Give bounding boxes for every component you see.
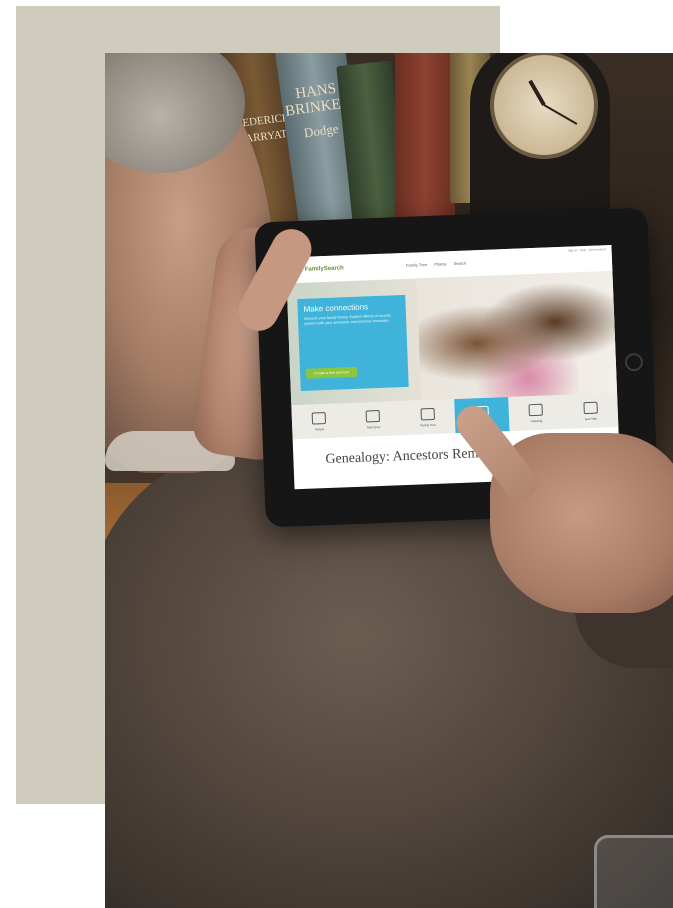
indexing-icon bbox=[528, 403, 544, 416]
feature-indexing[interactable]: Indexing bbox=[508, 395, 564, 431]
temple-icon bbox=[311, 411, 327, 425]
feature-get-help[interactable]: Get Help bbox=[563, 393, 619, 429]
photo-icon bbox=[366, 409, 381, 422]
hero-family-photo bbox=[416, 270, 618, 401]
clock-face bbox=[490, 53, 598, 159]
corner-frame bbox=[594, 835, 673, 908]
feature-label: Get Help bbox=[584, 416, 597, 421]
page-heading: Genealogy: Ancestors Rem bbox=[325, 446, 479, 468]
top-links[interactable]: Sign In · Help · Get Involved bbox=[568, 247, 606, 252]
site-nav: Family Tree Photos Search bbox=[406, 260, 472, 268]
tree-icon bbox=[420, 407, 435, 420]
feature-label: Family Tree bbox=[420, 422, 436, 427]
clock-minute-hand bbox=[543, 104, 578, 125]
nav-item-photos[interactable]: Photos bbox=[434, 261, 447, 266]
nav-item-family-tree[interactable]: Family Tree bbox=[406, 262, 427, 268]
feature-family-tree[interactable]: Family Tree bbox=[400, 399, 456, 435]
feature-label: Indexing bbox=[530, 418, 543, 423]
hero-promo-box: Make connections Discover your family hi… bbox=[297, 294, 409, 391]
help-icon bbox=[583, 401, 598, 414]
hero-banner: Make connections Discover your family hi… bbox=[286, 270, 618, 406]
feature-label: Memories bbox=[367, 424, 381, 429]
page-stage: FREDERICK MARRYAT HANS BRINKER Dodge Fam… bbox=[0, 0, 673, 908]
create-account-button[interactable]: Create a free account bbox=[305, 366, 357, 379]
feature-label: Temple bbox=[314, 426, 325, 431]
photo: FREDERICK MARRYAT HANS BRINKER Dodge Fam… bbox=[105, 53, 673, 908]
feature-temple[interactable]: Temple bbox=[291, 403, 347, 439]
site-logo-text: FamilySearch bbox=[304, 265, 344, 273]
feature-memories[interactable]: Memories bbox=[346, 401, 402, 437]
clock-hour-hand bbox=[528, 79, 546, 106]
hero-title: Make connections bbox=[303, 302, 369, 314]
nav-item-search[interactable]: Search bbox=[454, 261, 467, 266]
book-red bbox=[395, 53, 455, 223]
tablet-home-button bbox=[624, 352, 644, 372]
hero-body: Discover your family history. Explore bi… bbox=[303, 313, 392, 326]
